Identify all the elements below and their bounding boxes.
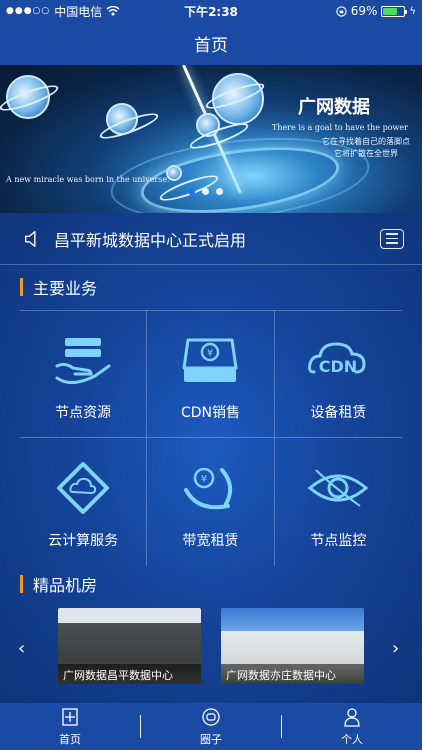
tab-home[interactable]: 首页 — [0, 703, 140, 750]
tab-circle[interactable]: 圈子 — [141, 703, 281, 750]
service-label: CDN销售 — [180, 405, 240, 421]
svg-text:CDN: CDN — [319, 357, 357, 376]
service-label: 设备租赁 — [310, 405, 367, 421]
main-content: 昌平新城数据中心正式启用 主要业务 节点资源 ¥ CDN销售 CDN 设备租赁 … — [0, 213, 422, 703]
banner-tag-en: There is a goal to have the power — [272, 123, 408, 132]
nav-bar: 首页 — [0, 22, 422, 65]
room-card[interactable]: 广网数据亦庄数据中心 — [221, 608, 364, 684]
carousel-dot[interactable] — [216, 188, 223, 195]
yen-speed-icon: ¥ — [184, 467, 233, 510]
battery-percent: 69% — [350, 4, 378, 18]
service-cloud-computing[interactable]: 云计算服务 — [20, 438, 148, 566]
service-cdn-sales[interactable]: ¥ CDN销售 — [147, 310, 275, 438]
page-title: 首页 — [194, 36, 228, 56]
planet-icon — [196, 113, 220, 137]
banner-title: 广网数据 — [298, 97, 370, 118]
planet-icon — [106, 103, 138, 135]
carrier-label: 中国电信 — [54, 4, 103, 19]
eye-icon — [308, 469, 369, 507]
section-title-main: 主要业务 — [20, 275, 97, 299]
room-card[interactable]: 广网数据昌平数据中心 — [58, 608, 201, 684]
carousel-dot[interactable] — [188, 188, 195, 195]
signal-icon: ●●●○○ — [6, 6, 51, 16]
tab-bar: 首页 圈子 个人 — [0, 703, 422, 750]
tab-label: 圈子 — [200, 732, 222, 746]
section-accent-bar — [20, 278, 23, 296]
hand-card-icon — [55, 338, 111, 384]
service-label: 节点监控 — [310, 533, 367, 549]
room-card-label: 广网数据昌平数据中心 — [58, 664, 201, 684]
service-node-resources[interactable]: 节点资源 — [20, 310, 148, 438]
status-time: 下午2:38 — [184, 4, 238, 19]
service-label: 云计算服务 — [48, 533, 119, 549]
service-equipment-rental[interactable]: CDN 设备租赁 — [274, 310, 402, 438]
section-title-rooms: 精品机房 — [20, 572, 97, 596]
service-label: 节点资源 — [55, 405, 112, 421]
banner-carousel[interactable]: 广网数据 There is a goal to have the power 它… — [0, 65, 422, 213]
service-label: 带宽租赁 — [182, 533, 239, 549]
service-node-monitoring[interactable]: 节点监控 — [275, 438, 402, 566]
speaker-icon — [24, 230, 36, 247]
wallet-yen-icon: ¥ — [182, 338, 238, 382]
services-grid: 节点资源 ¥ CDN销售 CDN 设备租赁 云计算服务 ¥ 带宽租赁 节点监控 — [20, 310, 402, 566]
orientation-lock-icon — [336, 5, 347, 17]
banner-tag-cn1: 它在寻找着自己的落脚点 — [322, 137, 410, 146]
svg-text:¥: ¥ — [207, 348, 213, 359]
charging-icon: ϟ — [409, 5, 416, 17]
tab-profile[interactable]: 个人 — [282, 703, 422, 750]
banner-tag-cn2: 它将扩散在全世界 — [334, 149, 398, 158]
status-bar: ●●●○○ 中国电信 下午2:38 69% ϟ — [0, 0, 422, 22]
home-icon — [62, 707, 78, 726]
section-title-label: 主要业务 — [33, 279, 98, 298]
announcement-text[interactable]: 昌平新城数据中心正式启用 — [54, 227, 380, 251]
chevron-left-icon[interactable]: ‹ — [18, 638, 25, 659]
person-icon — [344, 707, 360, 727]
carousel-dots[interactable] — [188, 188, 223, 195]
wifi-icon — [106, 6, 120, 16]
battery-icon — [381, 5, 408, 17]
room-card-label: 广网数据亦庄数据中心 — [221, 664, 364, 684]
carousel-dot[interactable] — [202, 188, 209, 195]
svg-text:¥: ¥ — [201, 474, 207, 485]
section-accent-bar — [20, 575, 23, 593]
banner-tagline: A new miracle was born in the universe. — [6, 175, 170, 184]
chevron-right-icon[interactable]: › — [392, 638, 399, 659]
rooms-carousel: ‹ 广网数据昌平数据中心 广网数据亦庄数据中心 › — [0, 608, 422, 698]
circle-icon — [202, 707, 220, 726]
cdn-cloud-icon: CDN — [308, 342, 366, 376]
planet-icon — [212, 73, 264, 125]
list-menu-icon[interactable] — [380, 228, 404, 249]
cloud-diamond-icon — [57, 462, 110, 514]
tab-label: 个人 — [341, 732, 363, 746]
tab-label: 首页 — [59, 732, 81, 746]
section-title-label: 精品机房 — [33, 576, 98, 595]
announcement-bar[interactable]: 昌平新城数据中心正式启用 — [0, 213, 422, 265]
service-bandwidth-rental[interactable]: ¥ 带宽租赁 — [147, 438, 275, 566]
planet-icon — [6, 75, 50, 119]
